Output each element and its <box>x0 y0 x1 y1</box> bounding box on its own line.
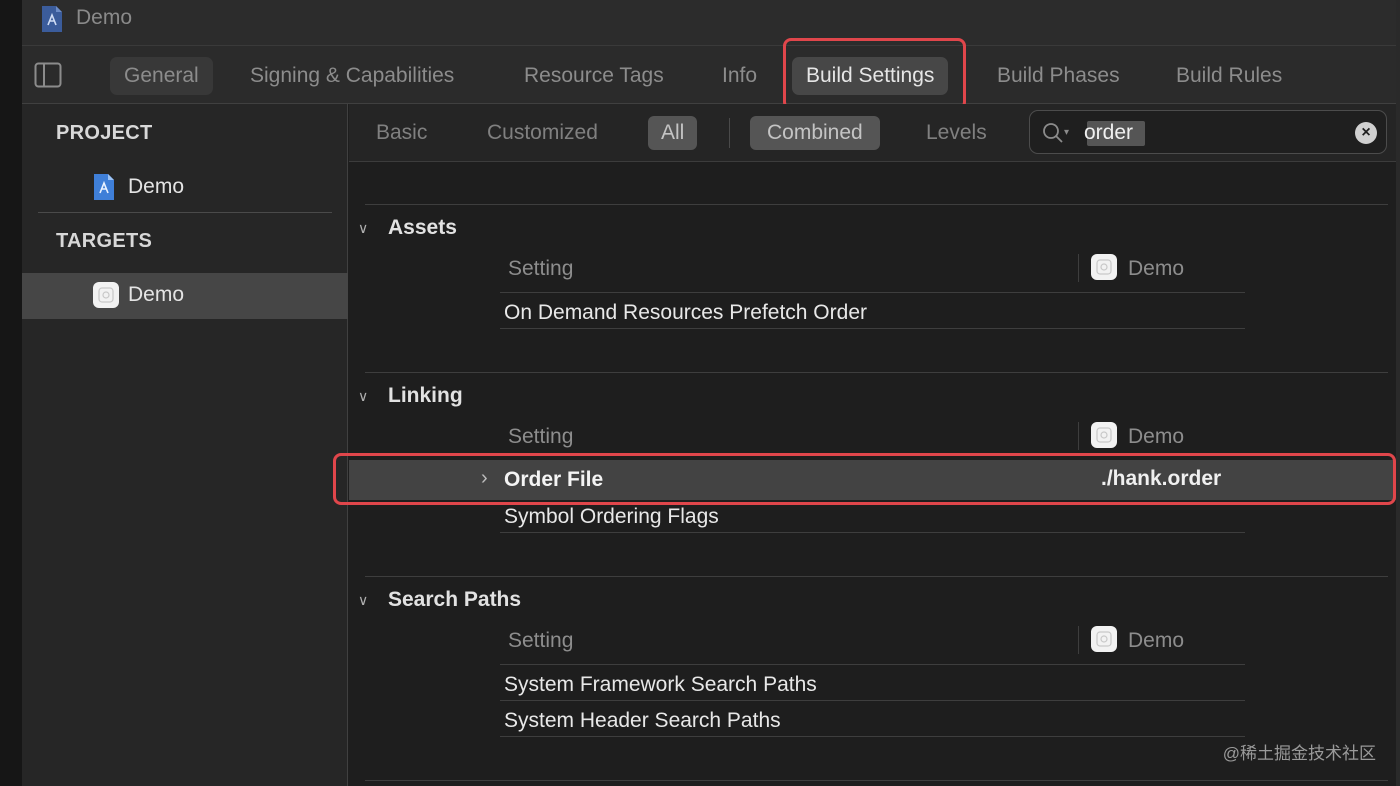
window-title: Demo <box>76 6 133 29</box>
search-field[interactable]: ▾ × <box>1029 110 1387 154</box>
section-divider <box>365 576 1388 577</box>
row-divider <box>500 664 1245 665</box>
disclosure-chevron-icon[interactable]: ∨ <box>358 388 368 405</box>
project-header: PROJECT <box>56 122 153 144</box>
filter-levels[interactable]: Levels <box>909 116 1004 150</box>
disclosure-chevron-icon[interactable]: ∨ <box>358 220 368 237</box>
build-settings-filter-bar: Basic Customized All Combined Levels ▾ × <box>349 104 1396 162</box>
section-title-assets[interactable]: Assets <box>388 216 457 240</box>
xcode-project-file-icon <box>92 173 116 206</box>
section-divider <box>365 204 1388 205</box>
app-target-icon <box>1090 625 1118 653</box>
chevron-down-icon: ▾ <box>1064 127 1070 138</box>
row-divider <box>500 700 1245 701</box>
build-settings-list: ∨ Assets Setting Demo On Demand Resource… <box>349 163 1396 786</box>
column-separator <box>1078 254 1079 282</box>
sidebar-item-target-demo[interactable]: Demo <box>22 273 348 319</box>
column-header-setting: Setting <box>508 257 574 280</box>
tab-resource-tags[interactable]: Resource Tags <box>510 57 678 95</box>
row-divider <box>500 328 1245 329</box>
column-separator <box>1078 422 1079 450</box>
sidebar-divider <box>38 212 332 213</box>
setting-row-system-framework-search-paths[interactable]: System Framework Search Paths <box>504 673 817 697</box>
column-header-setting: Setting <box>508 425 574 448</box>
filter-separator <box>729 118 730 148</box>
setting-row-system-header-search-paths[interactable]: System Header Search Paths <box>504 709 781 733</box>
editor-tab-bar: General Signing & Capabilities Resource … <box>22 46 1396 104</box>
tab-info[interactable]: Info <box>708 57 771 95</box>
row-divider <box>500 292 1245 293</box>
window-left-edge <box>0 0 22 786</box>
section-divider <box>365 780 1388 781</box>
sidebar-toggle-icon[interactable] <box>34 62 62 93</box>
column-header-target: Demo <box>1128 257 1185 280</box>
tab-general[interactable]: General <box>110 57 213 95</box>
filter-customized[interactable]: Customized <box>470 116 615 150</box>
filter-all[interactable]: All <box>648 116 698 150</box>
disclosure-chevron-icon[interactable]: ∨ <box>358 592 368 609</box>
setting-row-symbol-ordering-flags[interactable]: Symbol Ordering Flags <box>504 505 719 529</box>
section-title-linking[interactable]: Linking <box>388 384 463 408</box>
row-divider <box>500 532 1245 533</box>
column-separator <box>1078 626 1079 654</box>
search-input[interactable] <box>1084 118 1344 148</box>
tab-build-rules[interactable]: Build Rules <box>1162 57 1296 95</box>
project-navigator-sidebar: PROJECT Demo TARGETS Demo <box>22 104 348 786</box>
setting-label-order-file: Order File <box>504 468 604 491</box>
column-header-target: Demo <box>1128 425 1185 448</box>
sidebar-item-label: Demo <box>128 283 185 306</box>
filter-combined[interactable]: Combined <box>750 116 880 150</box>
clear-icon[interactable]: × <box>1355 122 1377 144</box>
filter-basic[interactable]: Basic <box>359 116 444 150</box>
tab-build-phases[interactable]: Build Phases <box>983 57 1134 95</box>
setting-row-on-demand-resources-prefetch-order[interactable]: On Demand Resources Prefetch Order <box>504 301 867 325</box>
search-icon <box>1042 122 1064 149</box>
tab-signing-capabilities[interactable]: Signing & Capabilities <box>236 57 468 95</box>
column-header-setting: Setting <box>508 629 574 652</box>
sidebar-item-project-demo[interactable]: Demo <box>22 165 348 211</box>
column-header-target: Demo <box>1128 629 1185 652</box>
targets-header: TARGETS <box>56 230 153 252</box>
app-target-icon <box>1090 421 1118 449</box>
setting-value-order-file[interactable]: ./hank.order <box>1101 467 1221 491</box>
section-divider <box>365 372 1388 373</box>
xcode-project-file-icon <box>40 5 64 38</box>
app-target-icon <box>92 281 120 314</box>
tab-build-settings[interactable]: Build Settings <box>792 57 949 95</box>
sidebar-item-label: Demo <box>128 175 185 198</box>
app-target-icon <box>1090 253 1118 281</box>
disclosure-chevron-icon[interactable]: › <box>481 467 488 490</box>
title-bar: Demo <box>22 0 1396 46</box>
section-title-search-paths[interactable]: Search Paths <box>388 588 521 612</box>
window-right-edge <box>1396 0 1400 786</box>
watermark: @稀土掘金技术社区 <box>1222 744 1376 763</box>
row-divider <box>500 736 1245 737</box>
